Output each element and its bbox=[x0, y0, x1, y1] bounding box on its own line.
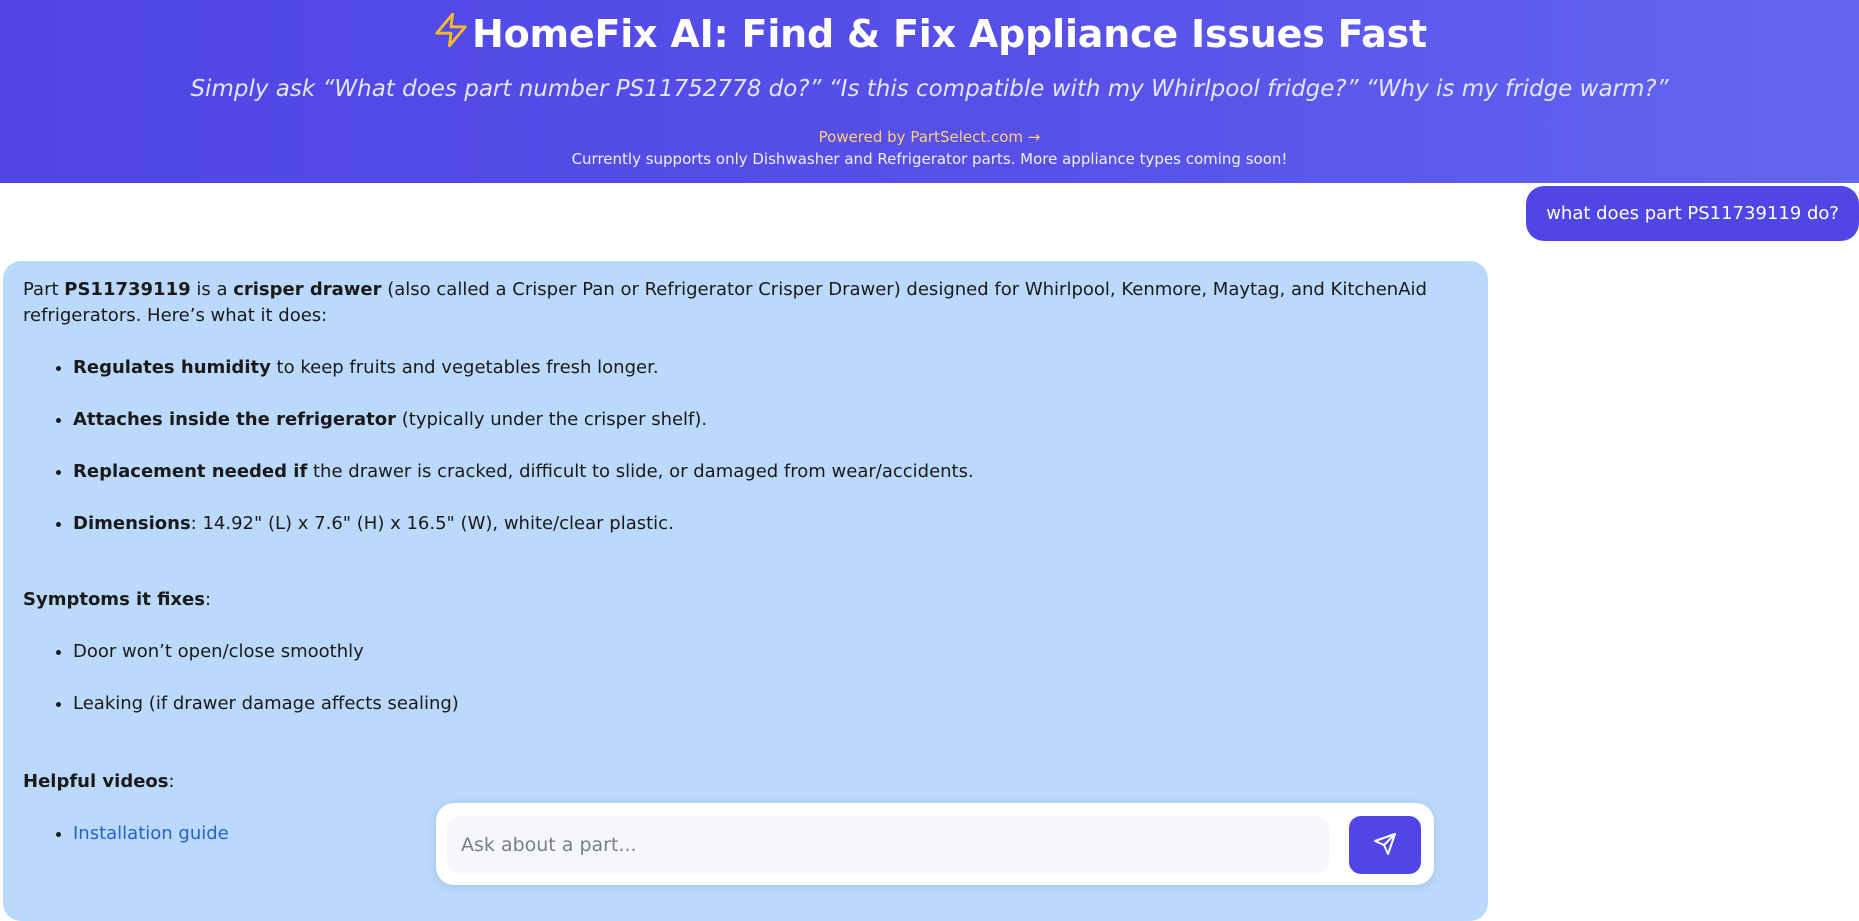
feature-bold: Dimensions bbox=[73, 513, 191, 534]
feature-bold: Regulates humidity bbox=[73, 357, 271, 378]
part-type: crisper drawer bbox=[233, 279, 382, 300]
feature-bold: Replacement needed if bbox=[73, 461, 308, 482]
colon: : bbox=[204, 589, 212, 610]
colon: : bbox=[168, 771, 175, 792]
part-number: PS11739119 bbox=[64, 279, 191, 300]
list-item: Replacement needed if the drawer is crac… bbox=[73, 459, 1468, 485]
user-message-text: what does part PS11739119 do? bbox=[1546, 203, 1839, 224]
symptoms-heading: Symptoms it fixes: bbox=[23, 587, 1468, 613]
message-input[interactable] bbox=[447, 816, 1329, 874]
user-message-bubble: what does part PS11739119 do? bbox=[1526, 186, 1859, 241]
installation-guide-link[interactable]: Installation guide bbox=[73, 823, 229, 844]
intro-text-2: is a bbox=[190, 279, 234, 300]
feature-text: the drawer is cracked, difficult to slid… bbox=[307, 461, 974, 482]
feature-text: : 14.92" (L) x 7.6" (H) x 16.5" (W), whi… bbox=[190, 513, 674, 534]
intro-text-1: Part bbox=[23, 279, 65, 300]
send-button[interactable] bbox=[1349, 816, 1421, 874]
list-item: Attaches inside the refrigerator (typica… bbox=[73, 407, 1468, 433]
videos-title: Helpful videos bbox=[23, 771, 169, 792]
send-icon bbox=[1373, 832, 1397, 859]
composer-panel bbox=[436, 803, 1434, 885]
list-item: Dimensions: 14.92" (L) x 7.6" (H) x 16.5… bbox=[73, 511, 1468, 537]
list-item: Door won’t open/close smoothly bbox=[73, 639, 1468, 665]
page-title: HomeFix AI: Find & Fix Appliance Issues … bbox=[471, 12, 1428, 56]
powered-by-link[interactable]: Powered by PartSelect.com → bbox=[0, 128, 1859, 146]
bot-intro: Part PS11739119 is a crisper drawer (als… bbox=[23, 277, 1463, 329]
feature-text: to keep fruits and vegetables fresh long… bbox=[270, 357, 659, 378]
feature-list: Regulates humidity to keep fruits and ve… bbox=[23, 355, 1468, 537]
title-row: HomeFix AI: Find & Fix Appliance Issues … bbox=[0, 12, 1859, 56]
page-subtitle: Simply ask “What does part number PS1175… bbox=[190, 76, 1669, 102]
app-header: HomeFix AI: Find & Fix Appliance Issues … bbox=[0, 0, 1859, 183]
videos-heading: Helpful videos: bbox=[23, 769, 1468, 795]
feature-text: (typically under the crisper shelf). bbox=[396, 409, 708, 430]
support-note: Currently supports only Dishwasher and R… bbox=[571, 150, 1288, 168]
list-item: Leaking (if drawer damage affects sealin… bbox=[73, 691, 1468, 717]
symptoms-list: Door won’t open/close smoothly Leaking (… bbox=[23, 639, 1468, 717]
lightning-icon bbox=[432, 12, 472, 49]
feature-bold: Attaches inside the refrigerator bbox=[73, 409, 397, 430]
list-item: Regulates humidity to keep fruits and ve… bbox=[73, 355, 1468, 381]
symptoms-title: Symptoms it fixes bbox=[23, 589, 205, 610]
